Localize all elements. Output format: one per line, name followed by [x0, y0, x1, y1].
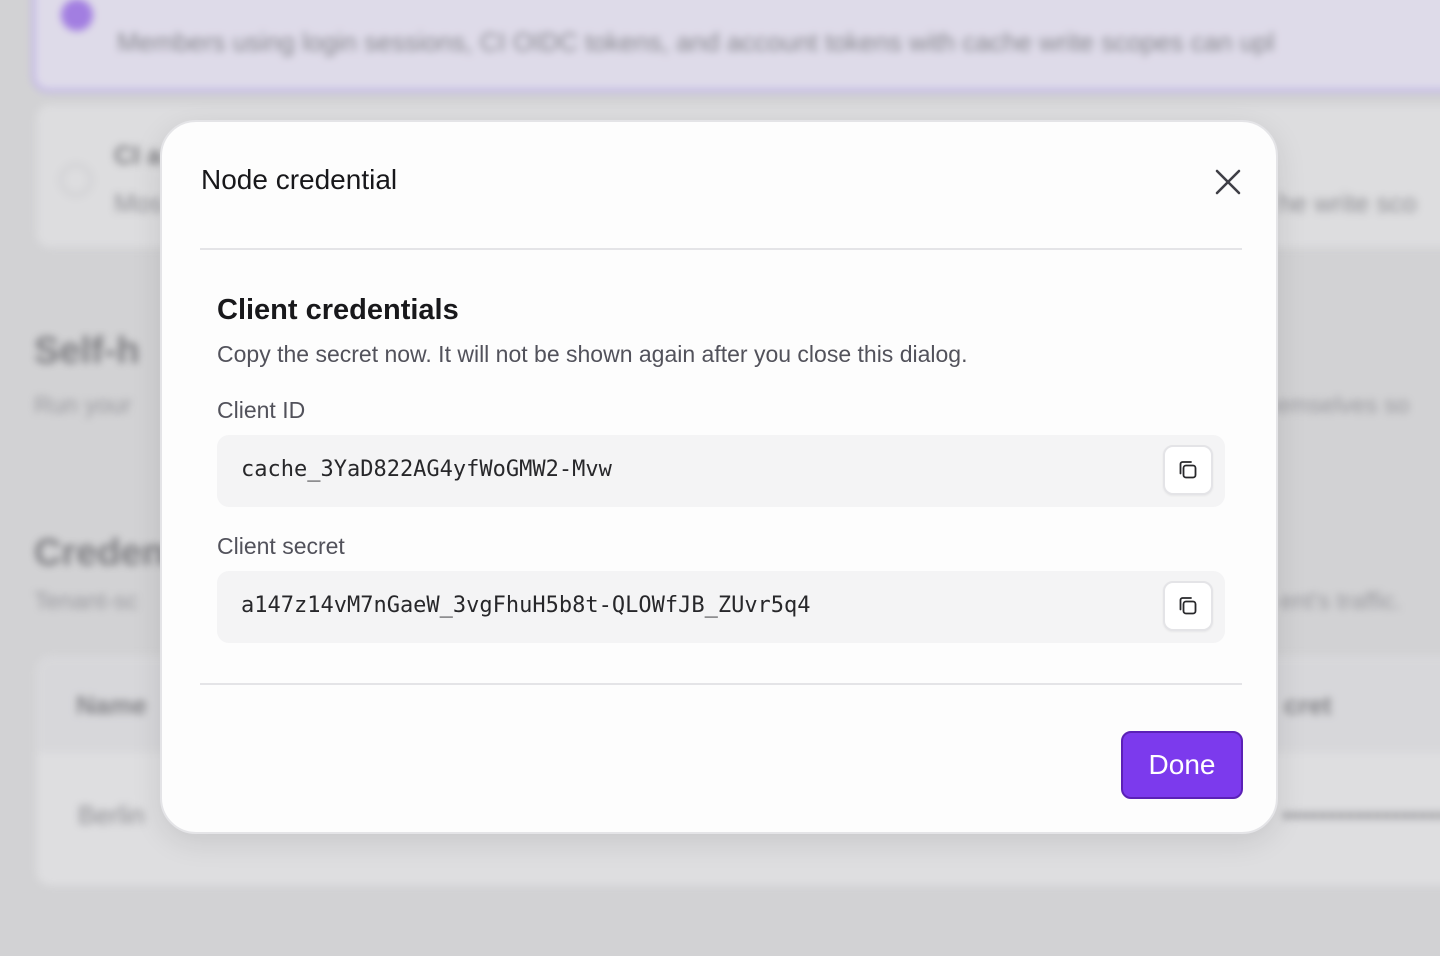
credentials-description-tail: ent's traffic. — [1280, 588, 1402, 615]
client-secret-value[interactable]: a147z14vM7nGaeW_3vgFhuH5b8t-QLOWfJB_ZUvr… — [241, 593, 811, 618]
close-button[interactable] — [1208, 162, 1248, 202]
section-title: Client credentials — [217, 294, 459, 326]
option-radio — [60, 164, 92, 196]
table-header-name: Name — [76, 690, 147, 720]
done-button[interactable]: Done — [1121, 731, 1243, 799]
table-cell-secret: •••••••••••••••••• — [1282, 800, 1440, 830]
client-id-field: cache_3YaD822AG4yfWoGMW2-Mvw — [217, 435, 1225, 507]
self-hosted-description: Run your — [34, 392, 132, 419]
credentials-heading: Credent — [34, 532, 178, 574]
copy-client-id-button[interactable] — [1163, 445, 1213, 495]
banner-text: Members using login sessions, CI OIDC to… — [117, 27, 1275, 57]
self-hosted-heading: Self-h — [34, 330, 140, 372]
copy-icon — [1179, 461, 1197, 479]
client-secret-label: Client secret — [217, 533, 345, 559]
section-description: Copy the secret now. It will not be show… — [217, 341, 968, 367]
node-credential-dialog: Node credential Client credentials Copy … — [160, 120, 1278, 834]
client-id-label: Client ID — [217, 397, 306, 423]
table-header-secret: cret — [1284, 690, 1332, 720]
info-icon — [61, 0, 93, 31]
copy-client-secret-button[interactable] — [1163, 581, 1213, 631]
copy-icon — [1179, 597, 1197, 615]
dialog-title: Node credential — [201, 164, 398, 195]
option-description: Mos — [114, 188, 164, 218]
self-hosted-description-tail: emselves so — [1276, 392, 1410, 419]
footer-divider — [200, 683, 1242, 685]
client-secret-field: a147z14vM7nGaeW_3vgFhuH5b8t-QLOWfJB_ZUvr… — [217, 571, 1225, 643]
table-cell-name: Berlin — [78, 800, 145, 830]
cache-write-banner: Members using login sessions, CI OIDC to… — [32, 0, 1440, 92]
close-icon — [1215, 169, 1241, 195]
option-title: CI a — [114, 140, 162, 170]
option-description-tail: he write sco — [1278, 188, 1417, 218]
credentials-description: Tenant-sc — [34, 588, 139, 615]
client-id-value[interactable]: cache_3YaD822AG4yfWoGMW2-Mvw — [241, 457, 612, 482]
header-divider — [200, 248, 1242, 250]
